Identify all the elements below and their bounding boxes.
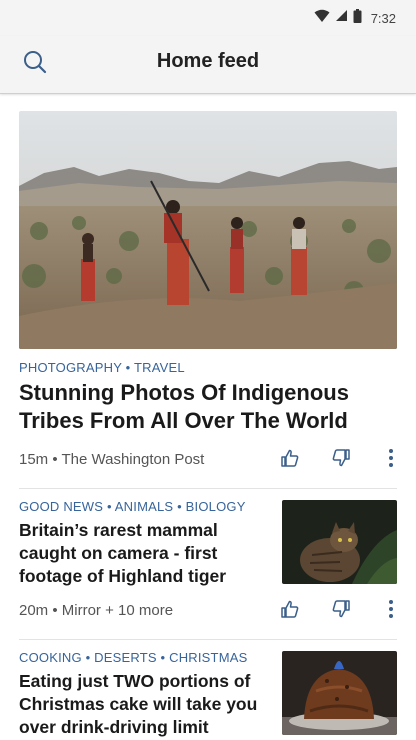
- article-actions: [278, 599, 403, 623]
- article-tags[interactable]: GOOD NEWS • ANIMALS • BIOLOGY: [19, 499, 246, 514]
- hero-article-tags[interactable]: PHOTOGRAPHY • TRAVEL: [19, 360, 185, 375]
- dislike-button[interactable]: [329, 599, 353, 623]
- hero-article-title[interactable]: Stunning Photos Of Indigenous Tribes Fro…: [19, 379, 399, 435]
- hero-article-actions: [278, 448, 403, 472]
- more-vertical-icon: [388, 599, 394, 624]
- more-vertical-icon: [388, 448, 394, 473]
- more-options-button[interactable]: [379, 599, 403, 623]
- app-header: Home feed: [0, 36, 416, 94]
- thumbs-up-icon: [280, 448, 300, 473]
- status-bar: 7:32: [0, 0, 416, 36]
- divider: [19, 488, 397, 489]
- home-feed[interactable]: PHOTOGRAPHY • TRAVEL Stunning Photos Of …: [0, 95, 416, 740]
- article-title[interactable]: Britain’s rarest mammal caught on camera…: [19, 519, 271, 588]
- article-thumbnail[interactable]: [282, 500, 397, 584]
- wifi-icon: [314, 9, 330, 28]
- like-button[interactable]: [278, 448, 302, 472]
- hero-article-image[interactable]: [19, 111, 397, 349]
- thumbs-down-icon: [331, 599, 351, 624]
- divider: [19, 639, 397, 640]
- dislike-button[interactable]: [329, 448, 353, 472]
- article-title[interactable]: Eating just TWO portions of Christmas ca…: [19, 670, 271, 739]
- article-meta: 20m • Mirror + 10 more: [19, 602, 174, 619]
- hero-article-meta: 15m • The Washington Post: [19, 451, 205, 468]
- battery-icon: [353, 8, 362, 28]
- thumbs-down-icon: [331, 448, 351, 473]
- thumbs-up-icon: [280, 599, 300, 624]
- article-tags[interactable]: COOKING • DESERTS • CHRISTMAS: [19, 650, 247, 665]
- more-options-button[interactable]: [379, 448, 403, 472]
- status-time: 7:32: [370, 10, 396, 26]
- signal-icon: [335, 9, 348, 27]
- like-button[interactable]: [278, 599, 302, 623]
- article-thumbnail[interactable]: [282, 651, 397, 735]
- page-title: Home feed: [156, 50, 260, 72]
